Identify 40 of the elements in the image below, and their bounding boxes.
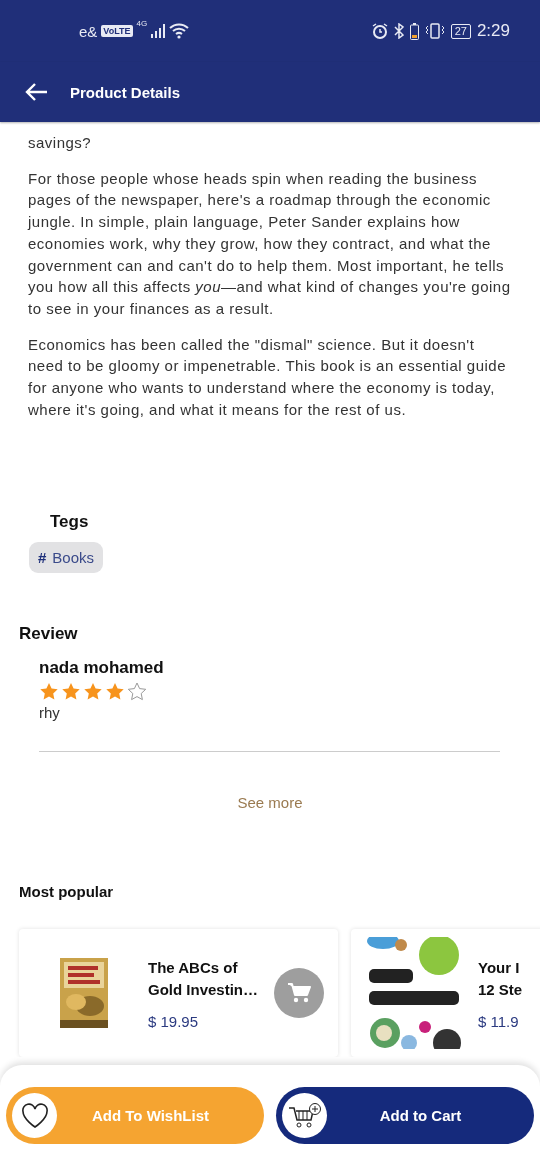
section-heading: Most popular [19,883,115,901]
reviewer-name: nada mohamed [39,658,165,679]
heart-icon [20,1102,49,1129]
network-type: 4G [136,18,148,28]
wifi-icon [169,23,190,39]
review-text: rhy [39,704,61,722]
back-button[interactable] [24,82,48,102]
product-price: $ 11.9 [478,1012,520,1030]
clock-time: 2:29 [476,21,510,41]
product-price: $ 19.95 [148,1012,200,1030]
filled-star-icon [83,682,103,702]
signal-icon [151,24,166,38]
product-title: Your I 12 Ste [478,957,523,1000]
volte-badge: VoLTE [101,25,133,37]
add-to-cart-button[interactable] [274,968,324,1019]
battery-indicator: 27 [450,23,471,39]
cart-icon [287,982,311,1005]
cart-plus-icon [287,1101,322,1130]
page-title: Product Details [70,83,181,101]
vibrate-icon [424,23,445,39]
bluetooth-icon [393,23,404,39]
section-heading: Tegs [50,512,90,533]
alarm-icon [371,23,388,39]
carrier-name: e& [79,22,98,40]
add-to-cart-button[interactable]: Add to Cart [276,1087,534,1144]
product-title: The ABCs of Gold Investin… [148,957,258,1000]
battery-low-icon [409,22,419,40]
description-paragraph: savings? [28,133,93,153]
filled-star-icon [105,682,125,702]
back-arrow-icon [24,82,48,102]
see-more-link[interactable]: See more [237,794,322,812]
empty-star-icon [127,682,147,702]
description-paragraph: Economics has been called the "dismal" science. But it doesn't need to be gloomy or impenetrable. This book is an essential guide for anyone who wants to understand where the economy is today, where it's going, and what it means for the rest of us. [28,334,507,420]
tag-chip[interactable]: # Books [29,542,104,574]
product-card[interactable]: Your I 12 Ste $ 11.9 [351,929,540,1058]
section-heading: Review [19,624,79,645]
description-paragraph: For those people whose heads spin when reading the business pages of the newspaper, here's a roadmap through the economic jungle. In simple, plain language, Peter Sander explains how economies work, why they grow, how they contract, and what the government can and can't do to help them. Most important, he tells you how all this affects you—and what kind of changes you're going to see in your finances as a result. [28,168,512,319]
filled-star-icon [61,682,81,702]
filled-star-icon [39,682,59,702]
product-card[interactable]: The ABCs of Gold Investin… $ 19.95 [19,929,338,1058]
